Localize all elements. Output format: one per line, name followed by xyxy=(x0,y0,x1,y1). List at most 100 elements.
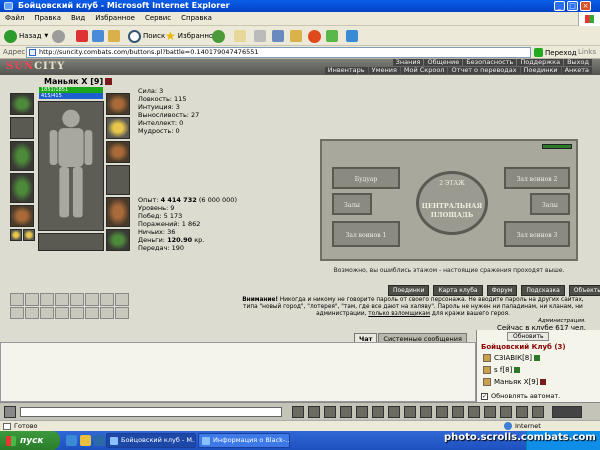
quick-slot-1[interactable] xyxy=(10,293,24,306)
desktop-quicklaunch-icon[interactable] xyxy=(94,435,105,446)
map-room-halls-right[interactable]: Залы xyxy=(530,193,570,215)
refresh-page-button[interactable] xyxy=(92,29,106,43)
nav-support[interactable]: Поддержка xyxy=(517,59,564,66)
media-button[interactable] xyxy=(212,29,227,43)
action-icon-7[interactable] xyxy=(468,406,480,418)
scroll-slot-1[interactable] xyxy=(10,307,24,319)
map-room-warriors-3[interactable]: Зал воинов 3 xyxy=(504,221,570,247)
maximize-button[interactable]: □ xyxy=(567,1,578,11)
clear-icon[interactable] xyxy=(308,406,320,418)
menu-edit[interactable]: Правка xyxy=(29,12,66,24)
action-icon-2[interactable] xyxy=(388,406,400,418)
nav-battles[interactable]: Поединки xyxy=(520,67,561,74)
scroll-slot-7[interactable] xyxy=(100,307,114,319)
action-icon-9[interactable] xyxy=(500,406,512,418)
helmet-slot[interactable] xyxy=(10,93,34,115)
scroll-slot-3[interactable] xyxy=(40,307,54,319)
go-button[interactable]: Переход xyxy=(534,47,577,58)
ie-quicklaunch-icon[interactable] xyxy=(66,435,77,446)
quick-slot-6[interactable] xyxy=(85,293,99,306)
address-input[interactable]: http://suncity.combats.com/buttons.pl?ba… xyxy=(26,47,531,58)
scroll-slot-6[interactable] xyxy=(85,307,99,319)
links-label[interactable]: Links xyxy=(578,48,596,56)
info-icon[interactable] xyxy=(540,379,547,385)
info-icon[interactable] xyxy=(105,78,113,85)
boots-slot[interactable] xyxy=(106,229,130,251)
action-icon-11[interactable] xyxy=(532,406,544,418)
auto-refresh-checkbox[interactable]: ✓ Обновлять автомат. xyxy=(481,392,560,400)
close-button[interactable]: × xyxy=(580,1,591,11)
forum-button[interactable]: Форум xyxy=(486,285,518,296)
nav-my-scroll[interactable]: Мой Скроол xyxy=(400,67,448,74)
search-button[interactable]: Поиск xyxy=(128,29,165,43)
central-square[interactable]: 2 ЭТАЖ ЦЕНТРАЛЬНАЯ ПЛОЩАДЬ xyxy=(416,171,488,235)
action-icon-5[interactable] xyxy=(436,406,448,418)
forward-button[interactable] xyxy=(52,29,67,43)
hint-button[interactable]: Подсказка xyxy=(521,285,565,296)
nav-communication[interactable]: Общение xyxy=(424,59,463,66)
ring-slot-3[interactable] xyxy=(106,141,130,163)
objects-button[interactable]: Объекты xyxy=(568,285,600,296)
research-button[interactable] xyxy=(308,29,323,43)
action-icon-8[interactable] xyxy=(484,406,496,418)
extra-button[interactable] xyxy=(346,29,360,43)
weapon-slot[interactable] xyxy=(10,141,34,171)
bracer-slot[interactable] xyxy=(10,117,34,139)
nav-inventory[interactable]: Инвентарь xyxy=(324,67,368,74)
ring-slot-2[interactable] xyxy=(23,229,35,241)
quick-slot-3[interactable] xyxy=(40,293,54,306)
action-icon-10[interactable] xyxy=(516,406,528,418)
shield-slot[interactable] xyxy=(106,165,130,195)
scroll-slot-4[interactable] xyxy=(55,307,69,319)
earring-slot[interactable] xyxy=(106,93,130,115)
belt-items-slot[interactable] xyxy=(38,233,104,251)
map-room-warriors-2[interactable]: Зал воинов 2 xyxy=(504,167,570,189)
smile-icon[interactable] xyxy=(4,406,16,418)
menu-help[interactable]: Справка xyxy=(176,12,217,24)
translit-icon[interactable] xyxy=(340,406,352,418)
back-button[interactable]: Назад ▼ xyxy=(4,29,48,43)
mail-button[interactable] xyxy=(234,29,248,43)
favorites-button[interactable]: ★ Избранное xyxy=(165,29,218,43)
user-item[interactable]: СЗIАВIК[8] xyxy=(483,354,540,362)
folder-quicklaunch-icon[interactable] xyxy=(80,435,91,446)
nav-profile[interactable]: Анкета xyxy=(561,67,592,74)
action-icon-3[interactable] xyxy=(404,406,416,418)
battles-button[interactable]: Поединки xyxy=(388,285,430,296)
quick-slot-5[interactable] xyxy=(70,293,84,306)
nav-knowledge[interactable]: Знания xyxy=(392,59,424,66)
home-button[interactable] xyxy=(108,29,122,43)
club-map-button[interactable]: Карта клуба xyxy=(433,285,483,296)
quick-slot-8[interactable] xyxy=(115,293,129,306)
start-button[interactable]: пуск xyxy=(0,431,60,450)
map-room-halls-left[interactable]: Залы xyxy=(332,193,372,215)
refresh-users-button[interactable]: Обновить xyxy=(507,332,550,341)
gloves-slot[interactable] xyxy=(106,197,130,227)
quick-slot-7[interactable] xyxy=(100,293,114,306)
info-icon[interactable] xyxy=(533,355,540,361)
discuss-button[interactable] xyxy=(290,29,304,43)
user-item[interactable]: s f[8] xyxy=(483,366,521,374)
amulet-slot[interactable] xyxy=(106,117,130,139)
quick-slot-2[interactable] xyxy=(25,293,39,306)
send-icon[interactable] xyxy=(292,406,304,418)
menu-file[interactable]: Файл xyxy=(0,12,29,24)
map-room-warriors-1[interactable]: Зал воинов 1 xyxy=(332,221,400,247)
task-info-black[interactable]: Информация о Black-... xyxy=(198,433,290,448)
stop-button[interactable] xyxy=(76,29,90,43)
action-icon-4[interactable] xyxy=(420,406,432,418)
exit-chat-icon[interactable] xyxy=(552,406,582,418)
scroll-slot-5[interactable] xyxy=(70,307,84,319)
nav-exit[interactable]: Выход xyxy=(564,59,592,66)
menu-tools[interactable]: Сервис xyxy=(140,12,176,24)
nav-transfers-report[interactable]: Отчет о переводах xyxy=(448,67,520,74)
menu-favorites[interactable]: Избранное xyxy=(90,12,140,24)
fighters-icon[interactable] xyxy=(356,406,368,418)
nav-security[interactable]: Безопасность xyxy=(463,59,517,66)
user-item[interactable]: Маньяк Х[9] xyxy=(483,378,547,386)
belt-slot[interactable] xyxy=(10,205,34,227)
warning-link[interactable]: только взломщикам xyxy=(368,311,430,317)
info-icon[interactable] xyxy=(514,367,521,373)
messenger-button[interactable] xyxy=(326,29,340,43)
character-name[interactable]: Маньяк Х [9] xyxy=(44,77,113,86)
